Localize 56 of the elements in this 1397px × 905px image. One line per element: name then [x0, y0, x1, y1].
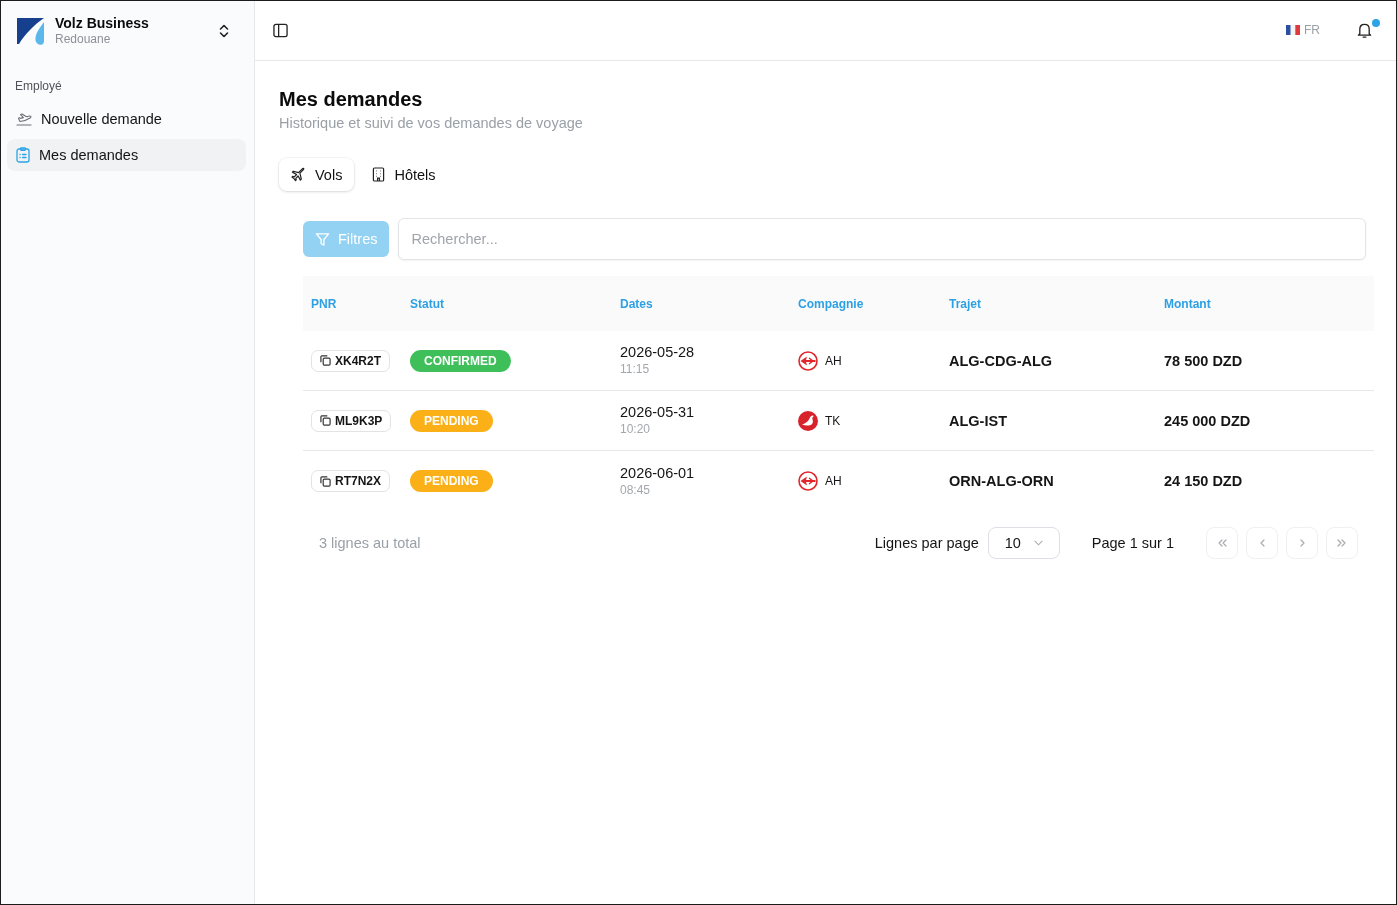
plane-takeoff-icon: [16, 112, 32, 126]
airline-code: AH: [825, 353, 842, 368]
copy-pnr-button[interactable]: XK4R2T: [311, 349, 390, 372]
time-text: 08:45: [620, 481, 651, 498]
section-label: Employé: [15, 78, 63, 95]
sidebar-item[interactable]: Mes demandes: [7, 139, 246, 171]
chevron-right-icon: [1299, 539, 1305, 547]
workspace-name: Volz Business: [55, 15, 150, 32]
sidebar-panel-icon: [272, 22, 288, 38]
status-badge: PENDING: [410, 470, 493, 492]
user-name: Redouane: [55, 32, 112, 47]
time-text: 11:15: [620, 361, 650, 377]
date-text: 2026-05-28: [620, 344, 695, 361]
route-text: ALG-CDG-ALG: [949, 352, 1053, 369]
tab[interactable]: Vols: [279, 158, 355, 191]
airline-logo-icon: [798, 350, 818, 371]
copy-icon: [320, 475, 331, 487]
page-title: Mes demandes: [279, 87, 424, 112]
route-text: ORN-ALG-ORN: [949, 473, 1054, 489]
flag-icon: [1286, 25, 1300, 35]
double-chevron-right-icon: [1337, 539, 1347, 547]
building-icon: [372, 167, 386, 182]
rows-per-page-select[interactable]: 10: [987, 527, 1060, 559]
tab[interactable]: Hôtels: [360, 158, 448, 191]
amount-text: 245 000 DZD: [1164, 412, 1251, 429]
date-text: 2026-06-01: [620, 464, 695, 482]
copy-pnr-button[interactable]: RT7N2X: [311, 470, 390, 492]
funnel-icon: [315, 231, 330, 247]
logo-icon: [17, 17, 45, 45]
time-text: 10:20: [620, 421, 651, 437]
airline-code: AH: [825, 474, 842, 488]
plane-icon: [291, 167, 306, 182]
rows-per-page-label: Lignes par page: [874, 535, 979, 551]
chevrons-up-down-icon: [219, 24, 229, 38]
airline-code: TK: [825, 413, 841, 428]
airline-logo-icon: [798, 410, 818, 431]
bell-icon: [1356, 21, 1372, 39]
airline-logo-icon: [798, 471, 818, 491]
row-count-text: 3 lignes au total: [319, 535, 421, 551]
sidebar-item[interactable]: Nouvelle demande: [7, 103, 246, 135]
status-badge: CONFIRMED: [410, 349, 511, 372]
copy-icon: [320, 355, 331, 366]
search-field[interactable]: Rechercher...: [398, 218, 1366, 260]
copy-icon: [320, 415, 331, 426]
clipboard-list-icon: [16, 147, 30, 163]
page-subtitle: Historique et suivi de vos demandes de voyage: [279, 114, 584, 133]
chevron-left-icon: [1259, 539, 1265, 547]
copy-pnr-button[interactable]: ML9K3P: [311, 409, 392, 432]
chevron-down-icon: [1033, 540, 1043, 546]
date-text: 2026-05-31: [620, 404, 695, 421]
double-chevron-left-icon: [1217, 539, 1227, 547]
amount-text: 78 500 DZD: [1164, 352, 1243, 369]
status-badge: PENDING: [410, 409, 493, 432]
route-text: ALG-IST: [949, 412, 1007, 429]
amount-text: 24 150 DZD: [1164, 473, 1243, 489]
page-info-text: Page 1 sur 1: [1091, 535, 1174, 551]
